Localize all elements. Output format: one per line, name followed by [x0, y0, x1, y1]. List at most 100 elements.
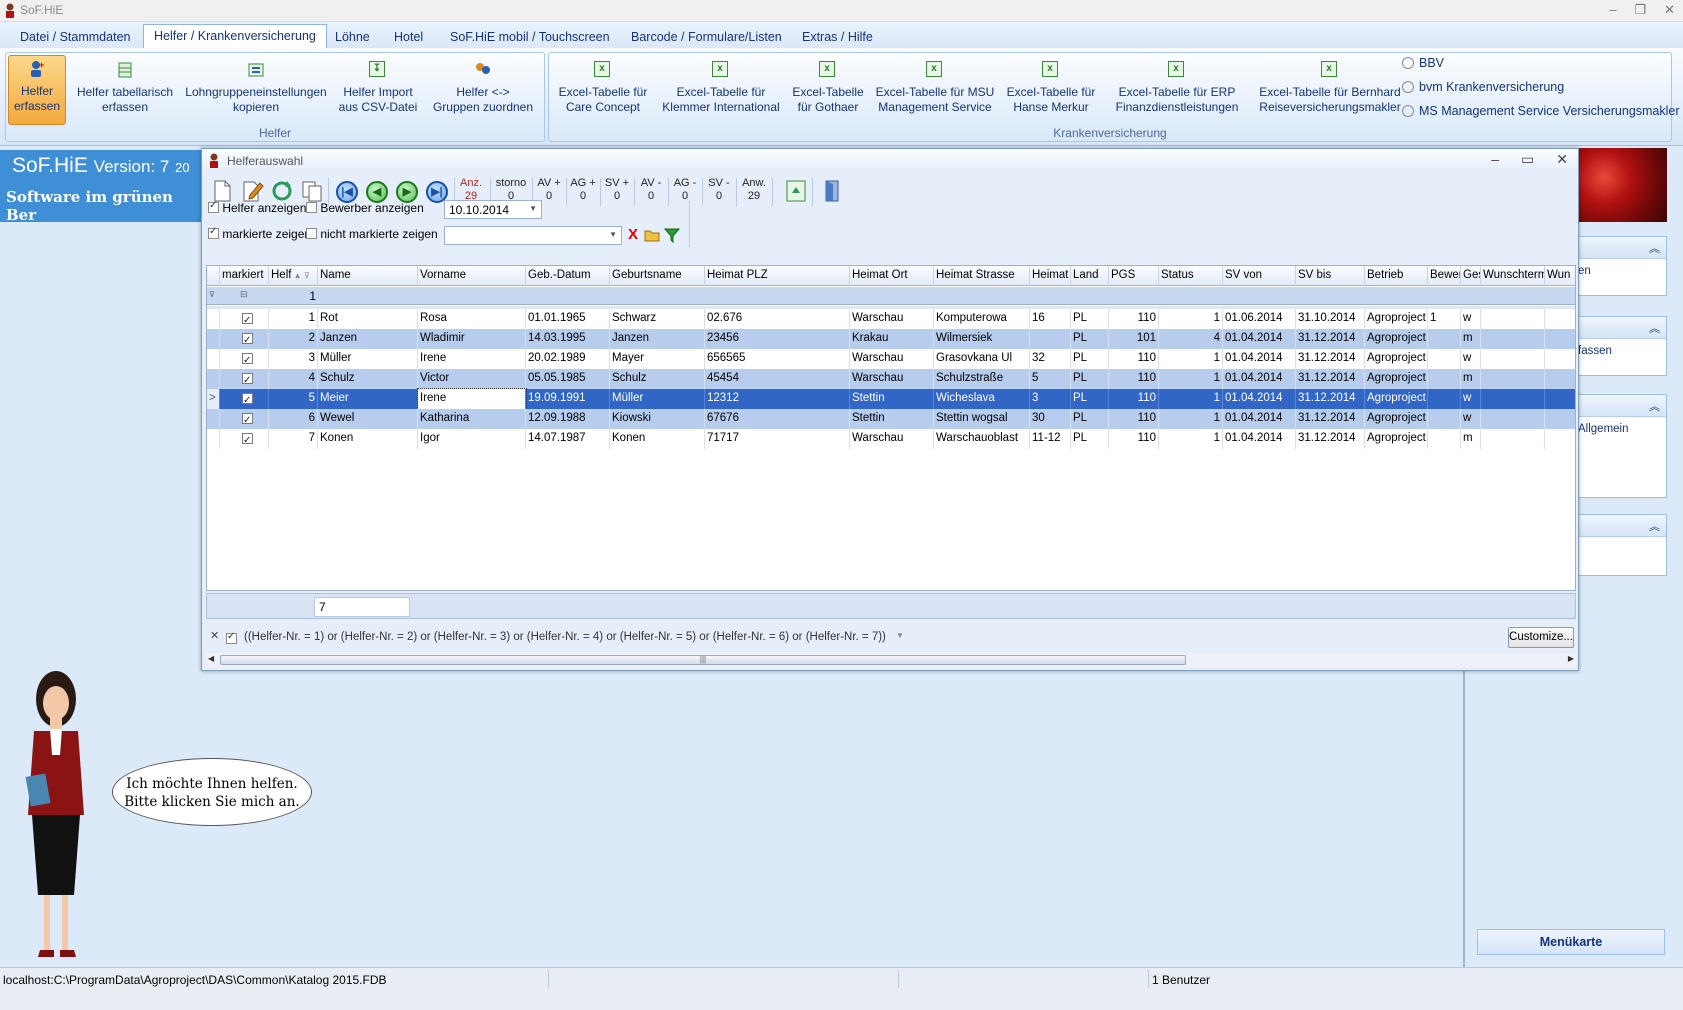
helfer-import-csv-button[interactable]: ↧ Helfer Import aus CSV-Datei — [336, 57, 420, 115]
cell-ges[interactable]: m — [1461, 369, 1481, 389]
scroll-left-icon[interactable]: ◀ — [208, 654, 214, 663]
cell-str[interactable]: Stettin wogsal — [934, 409, 1030, 429]
column-header[interactable]: Heimat Ort — [850, 266, 934, 286]
cell-gebname[interactable]: Schulz — [610, 369, 705, 389]
cell-betrieb[interactable]: Agroproject — [1365, 349, 1428, 369]
cell-ort[interactable]: Warschau — [850, 429, 934, 449]
column-header[interactable]: Heimat Strasse — [934, 266, 1030, 286]
previous-record-icon[interactable]: ◀ — [366, 181, 388, 203]
cell-wun[interactable] — [1545, 329, 1575, 349]
cell-bewer[interactable]: 1 — [1428, 309, 1461, 329]
scrollbar-thumb[interactable]: ||| — [220, 655, 1186, 665]
cell-nr[interactable]: 2 — [269, 329, 318, 349]
cell-bewer[interactable] — [1428, 349, 1461, 369]
cell-nr[interactable]: 4 — [269, 369, 318, 389]
column-header[interactable]: Ges — [1461, 266, 1481, 286]
minus-box-icon[interactable]: ⊟ — [240, 289, 248, 300]
column-header[interactable]: Geb.-Datum — [526, 266, 610, 286]
table-row[interactable]: 7KonenIgor14.07.1987Konen71717WarschauWa… — [207, 429, 1575, 449]
date-select[interactable]: 10.10.2014 ▼ — [444, 200, 542, 219]
tab-hotel[interactable]: Hotel — [384, 26, 433, 48]
column-header[interactable]: Betrieb — [1365, 266, 1428, 286]
collapse-icon[interactable]: ︽ — [1649, 320, 1660, 336]
cell-vorname[interactable]: Wladimir — [418, 329, 526, 349]
cell-geb[interactable]: 05.05.1985 — [526, 369, 610, 389]
cell-ort[interactable]: Warschau — [850, 349, 934, 369]
cell-bewer[interactable] — [1428, 369, 1461, 389]
excel-msu-button[interactable]: x Excel-Tabelle für MSU Management Servi… — [873, 57, 997, 115]
cell-ort[interactable]: Stettin — [850, 389, 934, 409]
cell-betrieb[interactable]: Agroproject — [1365, 429, 1428, 449]
chevron-down-icon[interactable]: ▼ — [896, 631, 904, 640]
column-header[interactable]: PGS — [1109, 266, 1159, 286]
cell-geb[interactable]: 01.01.1965 — [526, 309, 610, 329]
cell-hnr[interactable]: 5 — [1030, 369, 1071, 389]
cell-vorname[interactable]: Katharina — [418, 409, 526, 429]
excel-gothaer-button[interactable]: x Excel-Tabelle für Gothaer — [789, 57, 867, 115]
cell-svbis[interactable]: 31.12.2014 — [1296, 369, 1365, 389]
speech-bubble[interactable]: Ich möchte Ihnen helfen. Bitte klicken S… — [112, 758, 312, 826]
cell-plz[interactable]: 45454 — [705, 369, 850, 389]
column-header[interactable]: Status — [1159, 266, 1223, 286]
cell-wun[interactable] — [1545, 349, 1575, 369]
column-header[interactable]: Geburtsname — [610, 266, 705, 286]
table-row[interactable]: 4SchulzVictor05.05.1985Schulz45454Warsch… — [207, 369, 1575, 389]
cell-vorname[interactable]: Igor — [418, 429, 526, 449]
column-header[interactable]: Heimat I — [1030, 266, 1071, 286]
cell-hnr[interactable]: 16 — [1030, 309, 1071, 329]
minimize-icon[interactable]: – — [1609, 2, 1616, 18]
cell-wun[interactable] — [1545, 309, 1575, 329]
column-header[interactable]: Bewer — [1428, 266, 1461, 286]
panel-text[interactable]: Allgemein — [1578, 417, 1666, 435]
marked-checkbox[interactable] — [242, 371, 253, 389]
cell-name[interactable]: Janzen — [318, 329, 418, 349]
cell-nr[interactable]: 6 — [269, 409, 318, 429]
edit-icon[interactable] — [240, 179, 264, 203]
table-row[interactable]: 1RotRosa01.01.1965Schwarz02.676WarschauK… — [207, 309, 1575, 329]
cell-status[interactable]: 1 — [1159, 309, 1223, 329]
cell-plz[interactable]: 656565 — [705, 349, 850, 369]
cell-bewer[interactable] — [1428, 409, 1461, 429]
cell-pgs[interactable]: 101 — [1109, 329, 1159, 349]
marked-cell[interactable] — [220, 369, 269, 389]
cell-name[interactable]: Wewel — [318, 409, 418, 429]
bbv-link[interactable]: BBV — [1402, 56, 1444, 70]
excel-bernhard-button[interactable]: x Excel-Tabelle für Bernhard Reiseversic… — [1255, 57, 1405, 115]
cell-name[interactable]: Meier — [318, 389, 418, 409]
cell-betrieb[interactable]: Agroproject — [1365, 409, 1428, 429]
table-row[interactable]: 6WewelKatharina12.09.1988Kiowski67676Ste… — [207, 409, 1575, 429]
cell-land[interactable]: PL — [1071, 429, 1109, 449]
column-header[interactable]: Wun — [1545, 266, 1575, 286]
cell-betrieb[interactable]: Agroproject — [1365, 329, 1428, 349]
cell-geb[interactable]: 20.02.1989 — [526, 349, 610, 369]
cell-plz[interactable]: 23456 — [705, 329, 850, 349]
column-header[interactable]: Land — [1071, 266, 1109, 286]
cell-gebname[interactable]: Konen — [610, 429, 705, 449]
cell-svvon[interactable]: 01.06.2014 — [1223, 309, 1296, 329]
cell-wunschtermin[interactable] — [1481, 309, 1545, 329]
cell-vorname[interactable]: Victor — [418, 369, 526, 389]
cell-ort[interactable]: Krakau — [850, 329, 934, 349]
refresh-icon[interactable] — [270, 179, 294, 203]
cell-wunschtermin[interactable] — [1481, 389, 1545, 409]
cell-geb[interactable]: 12.09.1988 — [526, 409, 610, 429]
cell-svvon[interactable]: 01.04.2014 — [1223, 329, 1296, 349]
close-icon[interactable]: ✕ — [1556, 151, 1568, 168]
cell-gebname[interactable]: Schwarz — [610, 309, 705, 329]
cell-pgs[interactable]: 110 — [1109, 369, 1159, 389]
cell-svbis[interactable]: 31.12.2014 — [1296, 329, 1365, 349]
cell-svvon[interactable]: 01.04.2014 — [1223, 369, 1296, 389]
cell-str[interactable]: Wicheslava — [934, 389, 1030, 409]
filter-icon[interactable] — [664, 227, 680, 243]
tab-barcode[interactable]: Barcode / Formulare/Listen — [621, 26, 792, 48]
cell-pgs[interactable]: 110 — [1109, 429, 1159, 449]
tab-extras-hilfe[interactable]: Extras / Hilfe — [792, 26, 883, 48]
cell-nr[interactable]: 3 — [269, 349, 318, 369]
cell-wun[interactable] — [1545, 389, 1575, 409]
cell-vorname[interactable]: Irene — [418, 349, 526, 369]
cell-ges[interactable]: w — [1461, 309, 1481, 329]
cell-gebname[interactable]: Mayer — [610, 349, 705, 369]
cell-pgs[interactable]: 110 — [1109, 409, 1159, 429]
marked-checkbox[interactable] — [242, 411, 253, 429]
tab-sofhie-mobil[interactable]: SoF.HiE mobil / Touchscreen — [440, 26, 620, 48]
